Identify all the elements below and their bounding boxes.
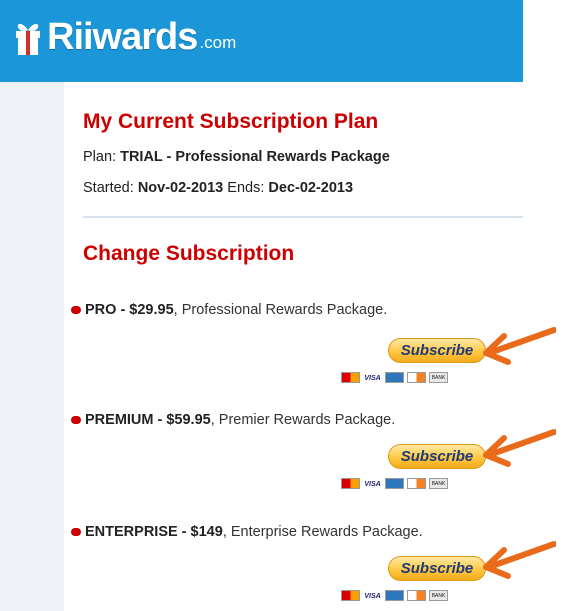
subscription-dates-line: Started: Nov-02-2013 Ends: Dec-02-2013 — [83, 180, 353, 196]
amex-icon — [385, 478, 404, 489]
arrow-icon — [483, 429, 556, 467]
started-label: Started: — [83, 180, 134, 196]
amex-icon — [385, 372, 404, 383]
plan-description: , Premier Rewards Package. — [210, 412, 396, 428]
plan-item-premium: PREMIUM - $59.95, Premier Rewards Packag… — [71, 412, 395, 428]
arrow-icon — [483, 327, 556, 365]
discover-icon — [407, 478, 426, 489]
bank-icon: BANK — [429, 590, 448, 601]
brand-logo[interactable]: Riiwards .com — [13, 18, 236, 56]
subscribe-button-pro[interactable]: Subscribe — [388, 338, 486, 363]
ends-label: Ends: — [227, 180, 265, 196]
plan-name-price: PREMIUM - $59.95 — [85, 412, 211, 428]
payment-methods: VISA BANK — [341, 478, 448, 489]
discover-icon — [407, 590, 426, 601]
bullet-icon — [71, 306, 81, 315]
plan-item-pro: PRO - $29.95, Professional Rewards Packa… — [71, 302, 387, 318]
started-value: Nov-02-2013 — [137, 180, 224, 196]
bullet-icon — [71, 416, 81, 425]
bank-icon: BANK — [429, 478, 448, 489]
subscribe-button-premium[interactable]: Subscribe — [388, 444, 486, 469]
bank-icon: BANK — [429, 372, 448, 383]
change-subscription-heading: Change Subscription — [83, 242, 295, 265]
brand-domain-suffix: .com — [199, 33, 237, 52]
plan-label: Plan: — [83, 149, 117, 165]
plan-description: , Enterprise Rewards Package. — [222, 524, 423, 540]
mastercard-icon — [341, 590, 360, 601]
bullet-icon — [71, 528, 81, 537]
section-divider — [83, 216, 523, 218]
current-plan-line: Plan: TRIAL - Professional Rewards Packa… — [83, 149, 390, 165]
payment-methods: VISA BANK — [341, 372, 448, 383]
visa-icon: VISA — [363, 478, 382, 489]
plan-value: TRIAL - Professional Rewards Package — [120, 149, 390, 165]
site-header: Riiwards .com — [0, 0, 523, 82]
plan-description: , Professional Rewards Package. — [173, 302, 388, 318]
discover-icon — [407, 372, 426, 383]
visa-icon: VISA — [363, 372, 382, 383]
plan-name-price: PRO - $29.95 — [85, 302, 174, 318]
visa-icon: VISA — [363, 590, 382, 601]
brand-name: Riiwards — [47, 16, 198, 58]
mastercard-icon — [341, 372, 360, 383]
payment-methods: VISA BANK — [341, 590, 448, 601]
subscribe-button-enterprise[interactable]: Subscribe — [388, 556, 486, 581]
mastercard-icon — [341, 478, 360, 489]
plan-item-enterprise: ENTERPRISE - $149, Enterprise Rewards Pa… — [71, 524, 423, 540]
ends-value: Dec-02-2013 — [268, 180, 354, 196]
left-sidebar — [0, 82, 64, 611]
arrow-icon — [483, 541, 556, 579]
plan-name-price: ENTERPRISE - $149 — [85, 524, 223, 540]
amex-icon — [385, 590, 404, 601]
gift-icon — [16, 23, 40, 55]
current-plan-heading: My Current Subscription Plan — [83, 110, 379, 133]
